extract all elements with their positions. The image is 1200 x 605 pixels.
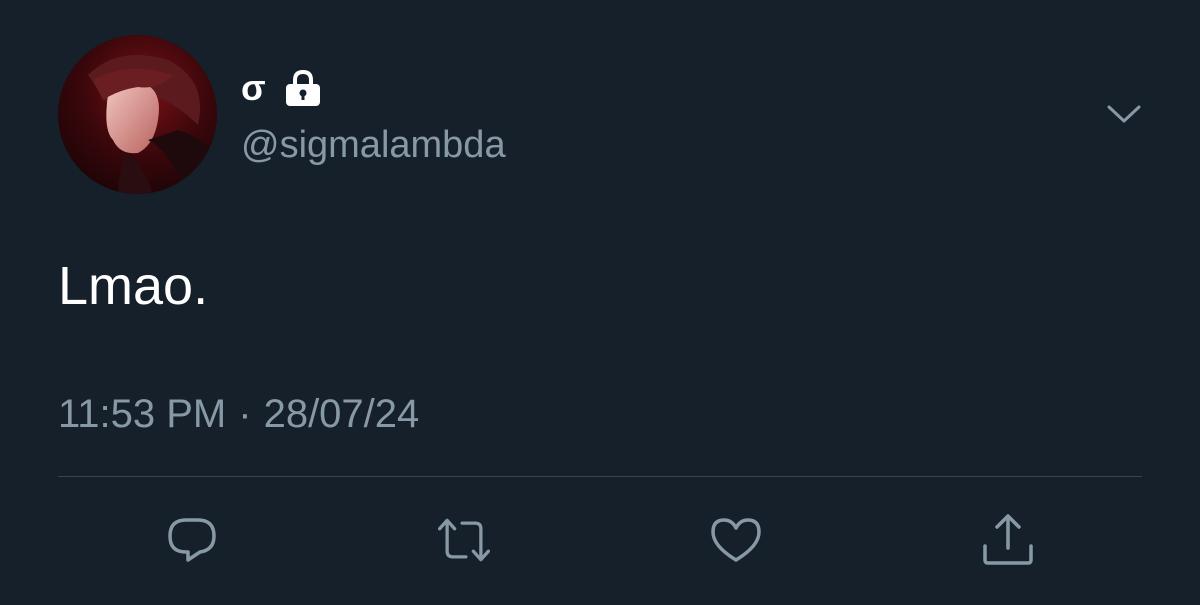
meta-separator: · [238,392,252,436]
tweet-text: Lmao. [58,256,209,316]
chevron-down-icon[interactable] [1106,102,1142,126]
avatar-image [58,35,217,194]
display-name[interactable]: σ [241,66,266,110]
reply-button[interactable] [162,512,222,568]
name-row: σ [241,66,324,110]
tweet-time: 11:53 PM [58,392,227,436]
avatar[interactable] [58,35,217,194]
divider [58,476,1142,477]
share-button[interactable] [978,512,1038,568]
lock-icon [285,69,320,106]
like-button[interactable] [706,512,766,568]
share-icon [983,514,1033,565]
retweet-icon [437,518,491,562]
reply-icon [168,518,216,562]
user-handle[interactable]: @sigmalambda [241,122,506,168]
retweet-button[interactable] [434,512,494,568]
tweet-date: 28/07/24 [263,392,420,436]
tweet-card: σ @sigmalambda Lmao. 11:53 PM · 28/07/24 [0,0,1200,605]
like-icon [711,518,761,562]
tweet-timestamp[interactable]: 11:53 PM · 28/07/24 [58,390,419,438]
